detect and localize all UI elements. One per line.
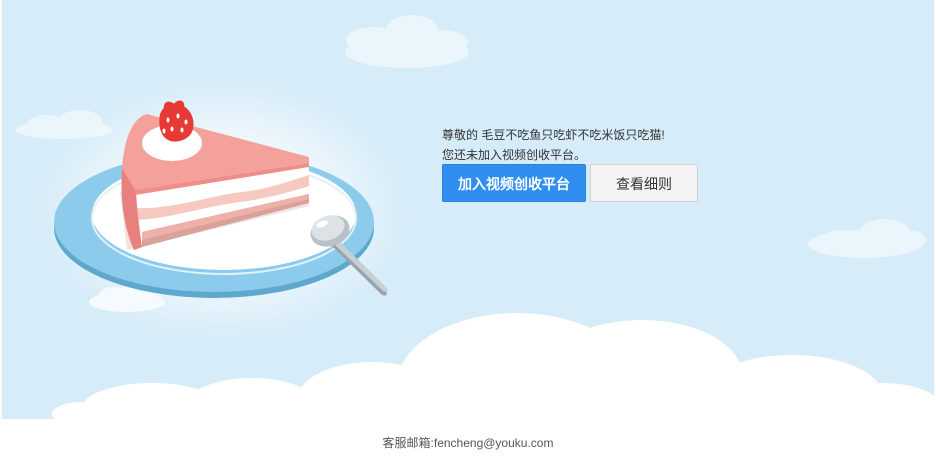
support-email: 客服邮箱:fencheng@youku.com (382, 436, 554, 450)
status-notice: 您还未加入视频创收平台。 (442, 148, 587, 162)
action-buttons: 加入视频创收平台 查看细则 (442, 164, 742, 204)
join-platform-button[interactable]: 加入视频创收平台 (442, 164, 586, 202)
cloud-icon (345, 15, 469, 68)
join-prompt: 尊敬的 毛豆不吃鱼只吃虾不吃米饭只吃猫! 您还未加入视频创收平台。 加入视频创收… (442, 126, 742, 202)
cloud-icon (808, 219, 926, 258)
sky-background (2, 0, 934, 419)
page: 尊敬的 毛豆不吃鱼只吃虾不吃米饭只吃猫! 您还未加入视频创收平台。 加入视频创收… (0, 0, 936, 464)
scene-illustration (16, 15, 934, 419)
view-rules-button[interactable]: 查看细则 (590, 164, 698, 202)
greeting-text: 尊敬的 毛豆不吃鱼只吃虾不吃米饭只吃猫! (442, 128, 665, 142)
